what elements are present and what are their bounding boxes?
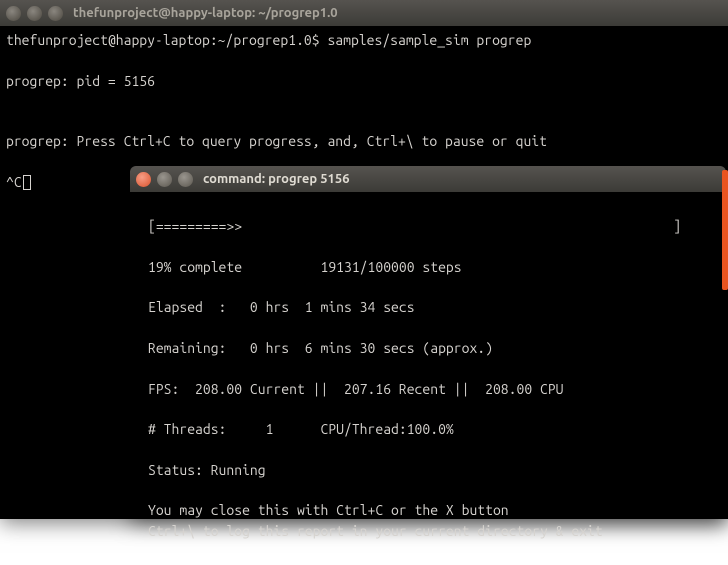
main-titlebar[interactable]: thefunproject@happy-laptop: ~/progrep1.0 — [0, 0, 728, 26]
pid-line: progrep: pid = 5156 — [6, 73, 155, 89]
maximize-icon[interactable] — [178, 172, 193, 187]
status-line: Status: Running — [148, 462, 266, 478]
close-icon[interactable] — [6, 6, 21, 21]
percent-complete-line: 19% complete 19131/100000 steps — [148, 259, 462, 275]
progrep-terminal-body[interactable]: [=========>> ] 19% complete 19131/100000… — [130, 192, 726, 565]
remaining-line: Remaining: 0 hrs 6 mins 30 secs (approx.… — [148, 340, 493, 356]
progrep-window: command: progrep 5156 [=========>> ] 19%… — [130, 166, 726, 519]
threads-line: # Threads: 1 CPU/Thread:100.0% — [148, 421, 454, 437]
main-window-title: thefunproject@happy-laptop: ~/progrep1.0 — [73, 6, 338, 20]
fps-line: FPS: 208.00 Current || 207.16 Recent || … — [148, 381, 564, 397]
close-icon[interactable] — [136, 172, 151, 187]
progrep-window-title: command: progrep 5156 — [203, 172, 350, 186]
progress-bar-line: [=========>> ] — [148, 218, 681, 234]
maximize-icon[interactable] — [48, 6, 63, 21]
close-hint-line: You may close this with Ctrl+C or the X … — [148, 502, 509, 518]
prompt-line: thefunproject@happy-laptop:~/progrep1.0$… — [6, 32, 531, 48]
progrep-titlebar[interactable]: command: progrep 5156 — [130, 166, 726, 192]
minimize-icon[interactable] — [27, 6, 42, 21]
scroll-handle[interactable] — [722, 170, 728, 290]
minimize-icon[interactable] — [157, 172, 172, 187]
log-hint-line: Ctrl+\ to log this report in your curren… — [148, 523, 603, 539]
hint-line: progrep: Press Ctrl+C to query progress,… — [6, 133, 547, 149]
ctrlc-line: ^C — [6, 174, 22, 190]
elapsed-line: Elapsed : 0 hrs 1 mins 34 secs — [148, 299, 415, 315]
cursor-icon — [23, 175, 31, 190]
